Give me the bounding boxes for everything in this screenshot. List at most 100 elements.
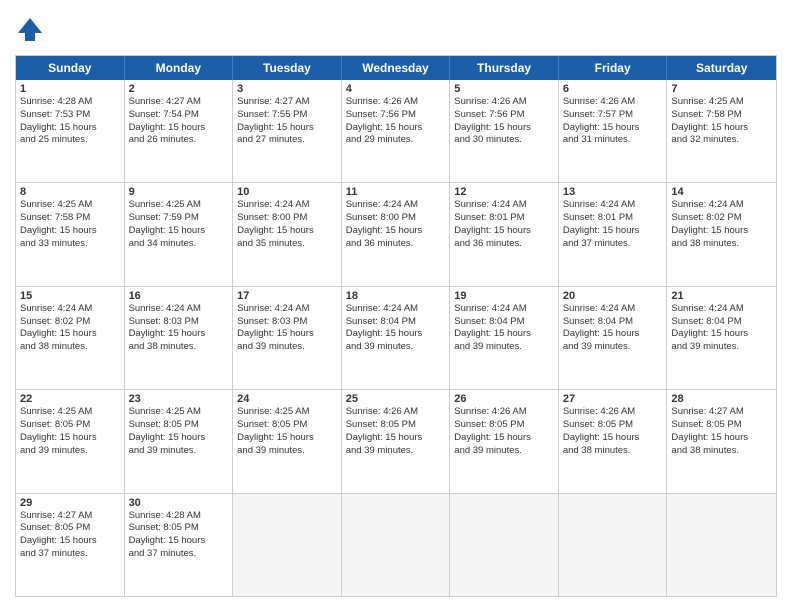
calendar-cell-day-20: 20Sunrise: 4:24 AM Sunset: 8:04 PM Dayli… xyxy=(559,287,668,389)
calendar-cell-empty xyxy=(450,494,559,596)
day-info: Sunrise: 4:26 AM Sunset: 8:05 PM Dayligh… xyxy=(454,406,554,457)
calendar-cell-empty xyxy=(233,494,342,596)
day-info: Sunrise: 4:26 AM Sunset: 7:56 PM Dayligh… xyxy=(346,96,446,147)
calendar-body: 1Sunrise: 4:28 AM Sunset: 7:53 PM Daylig… xyxy=(16,80,776,596)
header-day-saturday: Saturday xyxy=(667,56,776,80)
day-number: 29 xyxy=(20,497,120,509)
day-info: Sunrise: 4:25 AM Sunset: 8:05 PM Dayligh… xyxy=(129,406,229,457)
day-info: Sunrise: 4:28 AM Sunset: 8:05 PM Dayligh… xyxy=(129,510,229,561)
day-number: 26 xyxy=(454,393,554,405)
calendar-cell-day-2: 2Sunrise: 4:27 AM Sunset: 7:54 PM Daylig… xyxy=(125,80,234,182)
day-info: Sunrise: 4:24 AM Sunset: 8:01 PM Dayligh… xyxy=(454,199,554,250)
day-info: Sunrise: 4:27 AM Sunset: 7:55 PM Dayligh… xyxy=(237,96,337,147)
calendar-row-3: 15Sunrise: 4:24 AM Sunset: 8:02 PM Dayli… xyxy=(16,286,776,389)
calendar-cell-day-21: 21Sunrise: 4:24 AM Sunset: 8:04 PM Dayli… xyxy=(667,287,776,389)
calendar-cell-day-11: 11Sunrise: 4:24 AM Sunset: 8:00 PM Dayli… xyxy=(342,183,451,285)
logo xyxy=(15,15,49,45)
day-info: Sunrise: 4:24 AM Sunset: 8:00 PM Dayligh… xyxy=(346,199,446,250)
calendar-cell-day-13: 13Sunrise: 4:24 AM Sunset: 8:01 PM Dayli… xyxy=(559,183,668,285)
calendar-cell-day-12: 12Sunrise: 4:24 AM Sunset: 8:01 PM Dayli… xyxy=(450,183,559,285)
calendar-cell-day-6: 6Sunrise: 4:26 AM Sunset: 7:57 PM Daylig… xyxy=(559,80,668,182)
day-number: 9 xyxy=(129,186,229,198)
calendar-header: SundayMondayTuesdayWednesdayThursdayFrid… xyxy=(16,56,776,80)
calendar-cell-day-8: 8Sunrise: 4:25 AM Sunset: 7:58 PM Daylig… xyxy=(16,183,125,285)
day-number: 7 xyxy=(671,83,772,95)
day-number: 21 xyxy=(671,290,772,302)
day-info: Sunrise: 4:24 AM Sunset: 8:00 PM Dayligh… xyxy=(237,199,337,250)
day-info: Sunrise: 4:25 AM Sunset: 8:05 PM Dayligh… xyxy=(20,406,120,457)
calendar-cell-day-25: 25Sunrise: 4:26 AM Sunset: 8:05 PM Dayli… xyxy=(342,390,451,492)
day-info: Sunrise: 4:28 AM Sunset: 7:53 PM Dayligh… xyxy=(20,96,120,147)
day-info: Sunrise: 4:25 AM Sunset: 7:58 PM Dayligh… xyxy=(671,96,772,147)
calendar-cell-day-30: 30Sunrise: 4:28 AM Sunset: 8:05 PM Dayli… xyxy=(125,494,234,596)
calendar-cell-day-7: 7Sunrise: 4:25 AM Sunset: 7:58 PM Daylig… xyxy=(667,80,776,182)
day-info: Sunrise: 4:24 AM Sunset: 8:01 PM Dayligh… xyxy=(563,199,663,250)
header-day-wednesday: Wednesday xyxy=(342,56,451,80)
day-number: 27 xyxy=(563,393,663,405)
day-number: 18 xyxy=(346,290,446,302)
header-day-monday: Monday xyxy=(125,56,234,80)
calendar-cell-day-17: 17Sunrise: 4:24 AM Sunset: 8:03 PM Dayli… xyxy=(233,287,342,389)
day-number: 14 xyxy=(671,186,772,198)
calendar-cell-day-10: 10Sunrise: 4:24 AM Sunset: 8:00 PM Dayli… xyxy=(233,183,342,285)
day-info: Sunrise: 4:26 AM Sunset: 7:57 PM Dayligh… xyxy=(563,96,663,147)
day-number: 19 xyxy=(454,290,554,302)
day-number: 30 xyxy=(129,497,229,509)
day-number: 17 xyxy=(237,290,337,302)
header-day-friday: Friday xyxy=(559,56,668,80)
calendar-cell-empty xyxy=(667,494,776,596)
day-info: Sunrise: 4:27 AM Sunset: 7:54 PM Dayligh… xyxy=(129,96,229,147)
day-info: Sunrise: 4:24 AM Sunset: 8:03 PM Dayligh… xyxy=(237,303,337,354)
calendar-cell-day-28: 28Sunrise: 4:27 AM Sunset: 8:05 PM Dayli… xyxy=(667,390,776,492)
calendar-cell-day-16: 16Sunrise: 4:24 AM Sunset: 8:03 PM Dayli… xyxy=(125,287,234,389)
header-day-thursday: Thursday xyxy=(450,56,559,80)
calendar-cell-day-18: 18Sunrise: 4:24 AM Sunset: 8:04 PM Dayli… xyxy=(342,287,451,389)
day-number: 20 xyxy=(563,290,663,302)
day-number: 10 xyxy=(237,186,337,198)
day-info: Sunrise: 4:24 AM Sunset: 8:02 PM Dayligh… xyxy=(20,303,120,354)
calendar-cell-day-14: 14Sunrise: 4:24 AM Sunset: 8:02 PM Dayli… xyxy=(667,183,776,285)
calendar-cell-day-19: 19Sunrise: 4:24 AM Sunset: 8:04 PM Dayli… xyxy=(450,287,559,389)
calendar-cell-empty xyxy=(342,494,451,596)
header-day-tuesday: Tuesday xyxy=(233,56,342,80)
calendar-cell-day-24: 24Sunrise: 4:25 AM Sunset: 8:05 PM Dayli… xyxy=(233,390,342,492)
calendar-cell-day-9: 9Sunrise: 4:25 AM Sunset: 7:59 PM Daylig… xyxy=(125,183,234,285)
day-number: 6 xyxy=(563,83,663,95)
day-number: 1 xyxy=(20,83,120,95)
day-info: Sunrise: 4:24 AM Sunset: 8:04 PM Dayligh… xyxy=(671,303,772,354)
calendar-cell-day-1: 1Sunrise: 4:28 AM Sunset: 7:53 PM Daylig… xyxy=(16,80,125,182)
calendar-row-5: 29Sunrise: 4:27 AM Sunset: 8:05 PM Dayli… xyxy=(16,493,776,596)
day-number: 28 xyxy=(671,393,772,405)
header-day-sunday: Sunday xyxy=(16,56,125,80)
day-number: 16 xyxy=(129,290,229,302)
calendar-cell-day-15: 15Sunrise: 4:24 AM Sunset: 8:02 PM Dayli… xyxy=(16,287,125,389)
calendar-cell-empty xyxy=(559,494,668,596)
calendar-cell-day-3: 3Sunrise: 4:27 AM Sunset: 7:55 PM Daylig… xyxy=(233,80,342,182)
day-info: Sunrise: 4:25 AM Sunset: 8:05 PM Dayligh… xyxy=(237,406,337,457)
day-number: 12 xyxy=(454,186,554,198)
day-info: Sunrise: 4:24 AM Sunset: 8:04 PM Dayligh… xyxy=(454,303,554,354)
calendar-row-4: 22Sunrise: 4:25 AM Sunset: 8:05 PM Dayli… xyxy=(16,389,776,492)
calendar-cell-day-23: 23Sunrise: 4:25 AM Sunset: 8:05 PM Dayli… xyxy=(125,390,234,492)
day-number: 22 xyxy=(20,393,120,405)
day-info: Sunrise: 4:24 AM Sunset: 8:03 PM Dayligh… xyxy=(129,303,229,354)
calendar: SundayMondayTuesdayWednesdayThursdayFrid… xyxy=(15,55,777,597)
day-info: Sunrise: 4:24 AM Sunset: 8:02 PM Dayligh… xyxy=(671,199,772,250)
day-number: 13 xyxy=(563,186,663,198)
page-header xyxy=(15,15,777,45)
day-number: 25 xyxy=(346,393,446,405)
day-info: Sunrise: 4:24 AM Sunset: 8:04 PM Dayligh… xyxy=(563,303,663,354)
day-info: Sunrise: 4:27 AM Sunset: 8:05 PM Dayligh… xyxy=(20,510,120,561)
calendar-cell-day-27: 27Sunrise: 4:26 AM Sunset: 8:05 PM Dayli… xyxy=(559,390,668,492)
day-number: 23 xyxy=(129,393,229,405)
day-info: Sunrise: 4:26 AM Sunset: 8:05 PM Dayligh… xyxy=(346,406,446,457)
day-number: 24 xyxy=(237,393,337,405)
day-info: Sunrise: 4:26 AM Sunset: 7:56 PM Dayligh… xyxy=(454,96,554,147)
page: SundayMondayTuesdayWednesdayThursdayFrid… xyxy=(0,0,792,612)
calendar-cell-day-26: 26Sunrise: 4:26 AM Sunset: 8:05 PM Dayli… xyxy=(450,390,559,492)
day-number: 3 xyxy=(237,83,337,95)
day-number: 2 xyxy=(129,83,229,95)
day-number: 4 xyxy=(346,83,446,95)
calendar-cell-day-4: 4Sunrise: 4:26 AM Sunset: 7:56 PM Daylig… xyxy=(342,80,451,182)
day-info: Sunrise: 4:27 AM Sunset: 8:05 PM Dayligh… xyxy=(671,406,772,457)
